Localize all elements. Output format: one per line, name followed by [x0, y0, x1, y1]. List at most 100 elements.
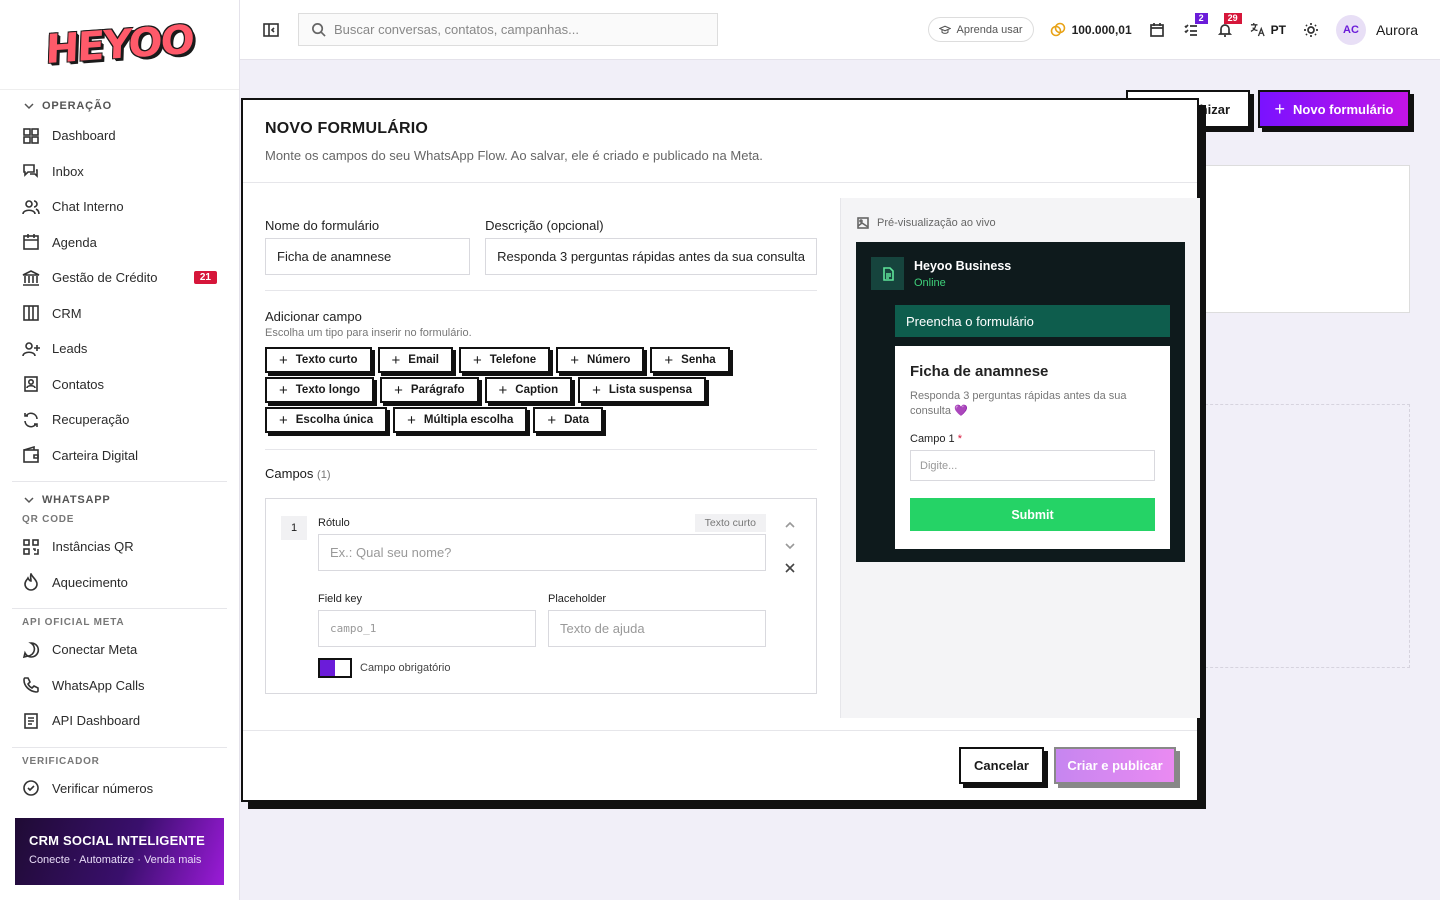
promo-banner[interactable]: CRM SOCIAL INTELIGENTE Conecte · Automat…: [15, 818, 224, 885]
divider: [265, 449, 817, 450]
logo[interactable]: HEYOO: [45, 16, 194, 72]
sidebar-item-label: Conectar Meta: [52, 642, 138, 658]
required-row: Campo obrigatório: [318, 658, 766, 678]
add-field-chip[interactable]: + Múltipla escolha: [393, 407, 528, 433]
cancel-button[interactable]: Cancelar: [959, 747, 1044, 784]
plus-icon: +: [472, 351, 482, 369]
sidebar-item-instancias-qr[interactable]: Instâncias QR: [12, 529, 227, 565]
field-placeholder-input[interactable]: Texto de ajuda: [548, 610, 766, 647]
form-banner: Preencha o formulário: [895, 305, 1170, 337]
add-field-chip[interactable]: + Texto curto: [265, 347, 372, 373]
sidebar-item-label: Verificar números: [52, 780, 154, 796]
calendar-button[interactable]: [1148, 21, 1166, 39]
section-operacao[interactable]: OPERAÇÃO: [12, 94, 227, 118]
sidebar-item-crm[interactable]: CRM: [12, 296, 227, 332]
form-name-label: Nome do formulário: [265, 218, 380, 233]
users-icon: [22, 198, 40, 216]
whatsapp-icon: [22, 641, 40, 659]
close-icon[interactable]: [1163, 120, 1177, 134]
phone-preview: Heyoo Business Online Preencha o formulá…: [856, 242, 1185, 562]
api-doc-icon: [22, 712, 40, 730]
sun-icon: [1303, 22, 1318, 37]
add-field-chip[interactable]: + Data: [533, 407, 604, 433]
sidebar-item-agenda[interactable]: Agenda: [12, 225, 227, 261]
form-name-input[interactable]: Ficha de anamnese: [265, 238, 471, 275]
plus-icon: +: [570, 351, 579, 369]
sidebar-item-carteira[interactable]: Carteira Digital: [12, 438, 227, 474]
plus-icon: +: [547, 411, 557, 429]
sidebar-item-recuperacao[interactable]: Recuperação: [12, 402, 227, 438]
field-key-row: Field key campo_1 Placeholder Texto de a…: [318, 593, 766, 647]
add-field-title: Adicionar campo: [265, 309, 362, 324]
coins-value: 100.000,01: [1071, 22, 1132, 37]
form-description-group: Descrição (opcional) Responda 3 pergunta…: [485, 218, 817, 275]
theme-toggle[interactable]: [1302, 21, 1320, 39]
sidebar-item-api-dashboard[interactable]: API Dashboard: [12, 703, 227, 739]
add-field-chip[interactable]: + Escolha única: [265, 407, 388, 433]
search-icon: [312, 23, 326, 37]
graduation-cap-icon: [938, 25, 951, 34]
preview-form-title: Ficha de anamnese: [910, 363, 1049, 380]
required-toggle[interactable]: [318, 658, 352, 678]
learn-button[interactable]: Aprenda usar: [927, 17, 1034, 42]
coins-icon: [1050, 22, 1065, 36]
sidebar-item-leads[interactable]: Leads: [12, 331, 227, 367]
sidebar-item-whatsapp-calls[interactable]: WhatsApp Calls: [12, 668, 227, 704]
add-field-subtitle: Escolha um tipo para inserir no formulár…: [265, 327, 472, 339]
calendar-icon: [22, 233, 40, 251]
modal-header: NOVO FORMULÁRIO Monte os campos do seu W…: [243, 100, 1197, 183]
sidebar-item-dashboard[interactable]: Dashboard: [12, 118, 227, 154]
add-field-chip[interactable]: + Texto longo: [265, 377, 375, 403]
sidebar-item-contatos[interactable]: Contatos: [12, 367, 227, 403]
coins-balance[interactable]: 100.000,01: [1050, 22, 1132, 38]
chip-label: Texto curto: [295, 354, 358, 366]
chip-label: Senha: [681, 354, 716, 366]
user-menu[interactable]: AC Aurora: [1335, 14, 1418, 45]
translate-icon: [1250, 22, 1265, 37]
sidebar-item-aquecimento[interactable]: Aquecimento: [12, 565, 227, 601]
sidebar-item-label: Carteira Digital: [52, 447, 138, 463]
chip-label: Data: [564, 414, 590, 426]
sidebar-item-inbox[interactable]: Inbox: [12, 154, 227, 190]
background-card: [1200, 165, 1410, 313]
new-form-button[interactable]: + Novo formulário: [1258, 90, 1410, 128]
modal-subtitle: Monte os campos do seu WhatsApp Flow. Ao…: [265, 148, 763, 163]
language-selector[interactable]: PT: [1250, 22, 1286, 37]
checklist-icon: [1184, 23, 1197, 36]
chevron-down-icon[interactable]: [784, 540, 796, 552]
field-editor: Rótulo Texto curto Ex.: Qual seu nome? F…: [318, 514, 766, 678]
sidebar-item-label: CRM: [52, 305, 82, 321]
add-field-chip[interactable]: + Email: [377, 347, 453, 373]
sidebar-item-conectar-meta[interactable]: Conectar Meta: [12, 632, 227, 668]
field-card: 1 Rótulo Texto curto Ex.: Qual seu nome?…: [265, 498, 817, 694]
field-key-group: Field key campo_1: [318, 593, 536, 647]
add-field-chip[interactable]: + Número: [556, 347, 645, 373]
user-name: Aurora: [1375, 21, 1418, 38]
sidebar-item-gestao-credito[interactable]: Gestão de Crédito 21: [12, 260, 227, 296]
search-input[interactable]: Buscar conversas, contatos, campanhas...: [298, 13, 718, 46]
add-field-chip[interactable]: + Lista suspensa: [578, 377, 706, 403]
chip-label: Telefone: [489, 354, 537, 366]
add-field-chip[interactable]: + Caption: [484, 377, 573, 403]
tasks-button[interactable]: 2: [1182, 12, 1208, 39]
add-field-chip[interactable]: + Senha: [650, 347, 730, 373]
preview-field-label: Campo 1 *: [910, 433, 1155, 445]
chevron-up-icon[interactable]: [784, 519, 796, 531]
notifications-button[interactable]: 29: [1216, 12, 1242, 39]
section-whatsapp[interactable]: WHATSAPP: [12, 488, 227, 512]
field-key-input[interactable]: campo_1: [318, 610, 536, 647]
add-field-chip[interactable]: + Parágrafo: [380, 377, 479, 403]
form-description-input[interactable]: Responda 3 perguntas rápidas antes da su…: [485, 238, 817, 275]
sidebar-toggle-icon[interactable]: [262, 21, 280, 39]
field-placeholder-label: Placeholder: [548, 593, 607, 605]
sidebar-item-verificar-numeros[interactable]: Verificar números: [12, 771, 227, 807]
live-preview: Pré-visualização ao vivo Heyoo Business …: [840, 198, 1200, 718]
remove-field-button[interactable]: [784, 561, 796, 579]
create-publish-button[interactable]: Criar e publicar: [1054, 747, 1176, 784]
sidebar-item-chat-interno[interactable]: Chat Interno: [12, 189, 227, 225]
sidebar-item-label: Leads: [52, 341, 88, 357]
fields-count: (1): [317, 469, 331, 481]
field-index: 1: [281, 516, 307, 540]
add-field-chip[interactable]: + Telefone: [458, 347, 551, 373]
field-label-input[interactable]: Ex.: Qual seu nome?: [318, 534, 766, 571]
